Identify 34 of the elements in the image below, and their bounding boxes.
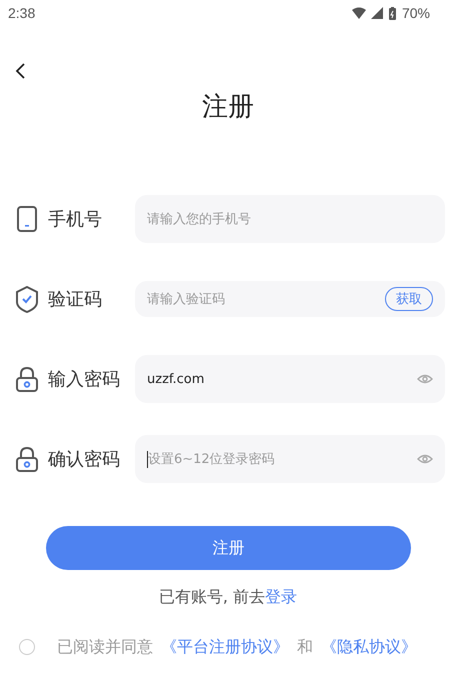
agreement-text: 和 xyxy=(297,636,313,658)
status-time: 2:38 xyxy=(8,5,36,21)
field-label: 输入密码 xyxy=(48,368,121,391)
agreement-link[interactable]: 《隐私协议》 xyxy=(321,636,417,658)
eye-icon[interactable] xyxy=(417,453,433,465)
signal-icon xyxy=(370,7,383,19)
shield-check-icon xyxy=(16,286,38,312)
padlock-icon xyxy=(16,446,38,472)
back-icon[interactable] xyxy=(15,63,26,79)
get-code-button[interactable]: 获取 xyxy=(385,287,433,311)
text-input[interactable]: 请输入您的手机号 xyxy=(147,212,433,226)
text-input[interactable]: 请输入验证码 xyxy=(147,292,385,306)
agreement-text: 已阅读并同意 xyxy=(57,636,153,658)
battery-level: 70% xyxy=(402,5,430,21)
text-input[interactable]: uzzf.com xyxy=(147,372,417,386)
input-field[interactable]: 设置6~12位登录密码 xyxy=(135,435,445,483)
register-button[interactable]: 注册 xyxy=(46,526,411,570)
text-input[interactable]: 设置6~12位登录密码 xyxy=(148,452,417,466)
battery-icon xyxy=(386,6,398,20)
login-prompt: 已有账号, 前去 xyxy=(158,586,266,608)
wifi-icon xyxy=(350,7,367,19)
input-field[interactable]: uzzf.com xyxy=(135,355,445,403)
field-label: 验证码 xyxy=(48,288,103,311)
padlock-icon xyxy=(16,366,38,392)
input-field[interactable]: 请输入验证码 获取 xyxy=(135,281,445,317)
field-label: 手机号 xyxy=(48,208,103,231)
login-link[interactable]: 登录 xyxy=(265,586,298,608)
agreement-link[interactable]: 《平台注册协议》 xyxy=(161,636,289,658)
phone-icon xyxy=(16,206,38,232)
input-field[interactable]: 请输入您的手机号 xyxy=(135,195,445,243)
eye-icon[interactable] xyxy=(417,373,433,385)
field-label: 确认密码 xyxy=(48,448,121,471)
agree-radio[interactable] xyxy=(19,639,35,655)
page-title: 注册 xyxy=(202,91,254,124)
